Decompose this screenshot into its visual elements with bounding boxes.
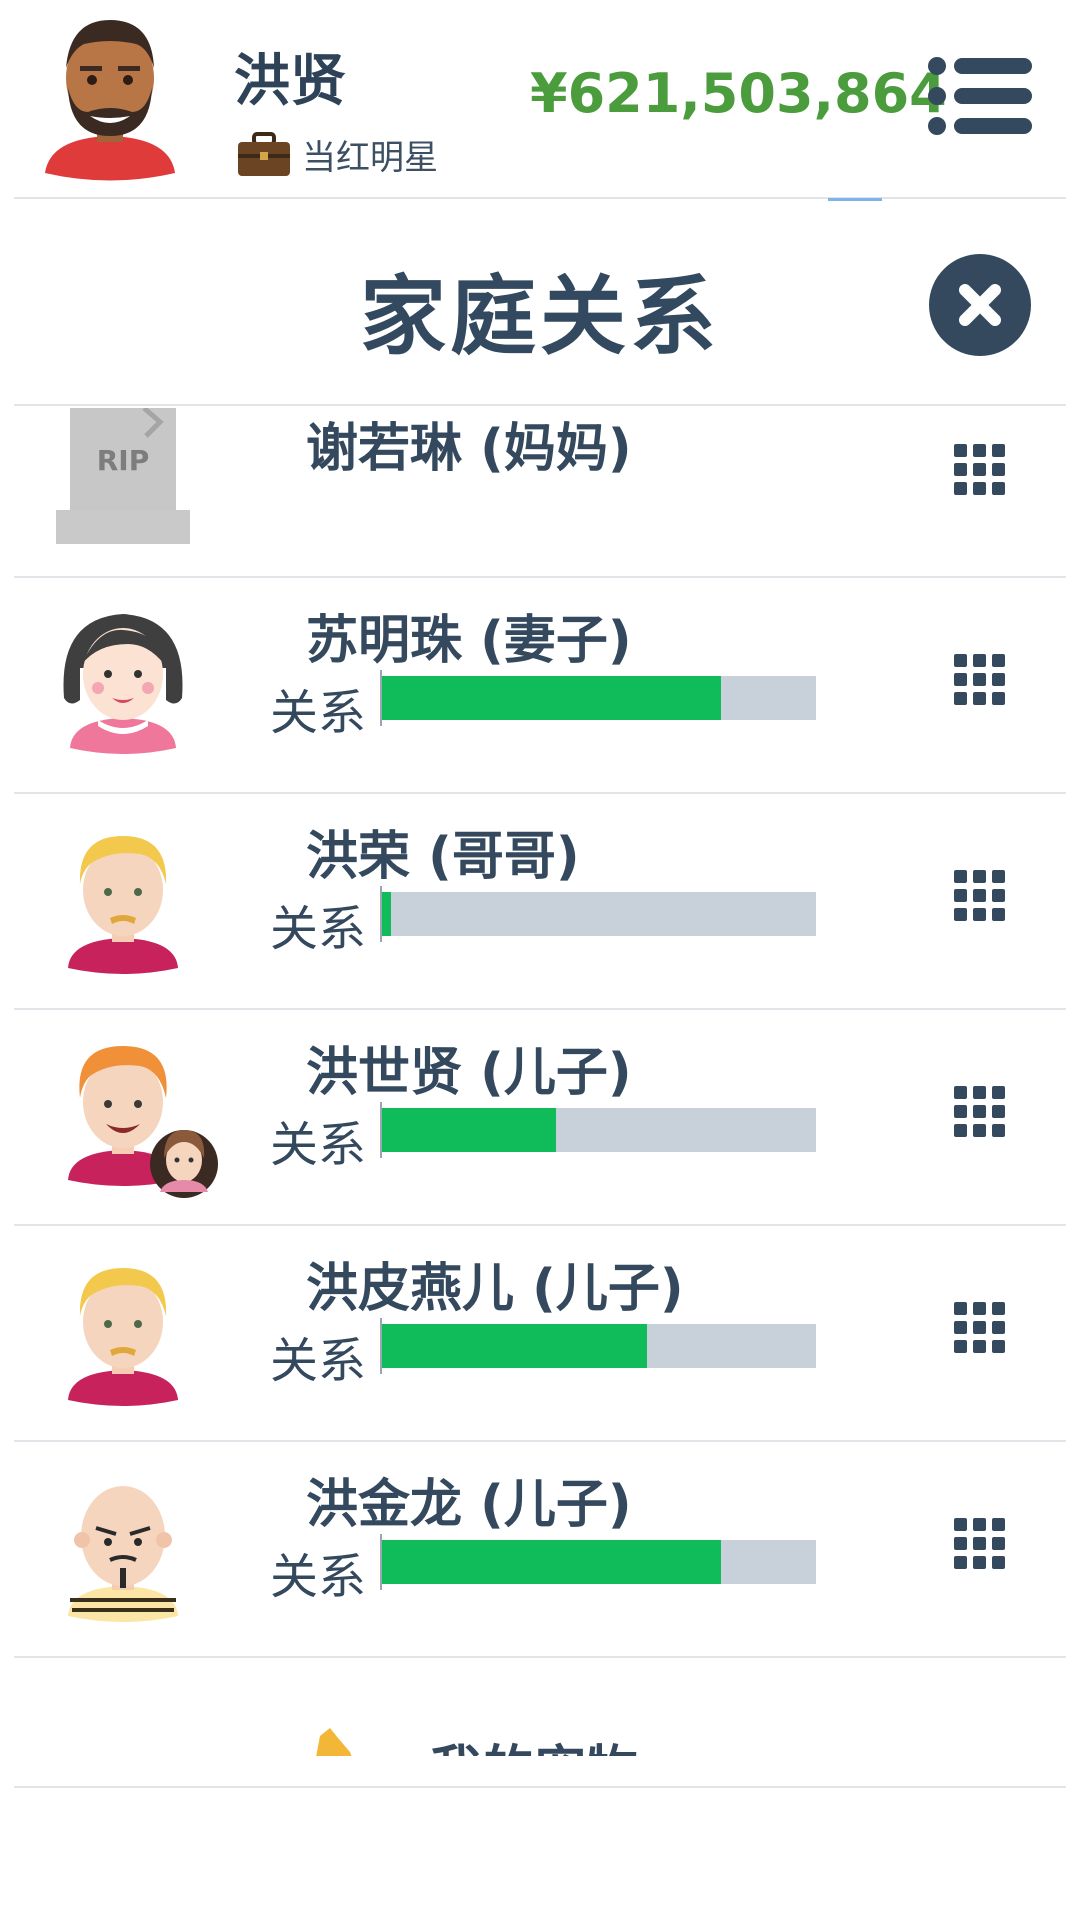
header-divider [14,197,1066,199]
player-name: 洪贤 [234,49,346,114]
pets-item[interactable]: 我的宠物 [0,1666,1080,1786]
relationship-bar-fill [382,1540,721,1584]
list-item[interactable]: 洪皮燕儿 (儿子) 关系 [0,1226,1080,1442]
relationship-bar [380,886,816,942]
relative-name: 洪金龙 (儿子) [306,1475,632,1535]
relationship-label: 关系 [270,901,367,957]
relative-name: 谢若琳 (妈妈) [306,419,632,479]
grid-dots-icon[interactable] [952,868,1008,924]
relationship-bar-fill [382,892,391,936]
relationship-bar-fill [382,676,721,720]
relationship-bar [380,1318,816,1374]
close-icon [959,284,1001,326]
brother-avatar [68,836,178,974]
menu-list-icon[interactable] [928,56,1032,136]
grid-dots-icon[interactable] [952,1084,1008,1140]
relationship-bar-fill [382,1324,647,1368]
relationship-label: 关系 [270,1333,367,1389]
job-info: 当红明星 [236,130,438,179]
relationship-bar [380,1534,816,1590]
row-divider [14,1656,1066,1658]
relative-name: 洪荣 (哥哥) [306,827,580,887]
bald-son-avatar [68,1486,178,1622]
grid-dots-icon[interactable] [952,1300,1008,1356]
bottom-divider [14,1786,1066,1788]
tombstone-text: RIP [97,444,150,477]
money-balance: ¥621,503,864 [530,62,947,125]
son-with-partner-avatar [68,1046,218,1198]
wife-avatar [63,614,183,754]
tombstone-icon: RIP [56,408,190,544]
grid-dots-icon[interactable] [952,652,1008,708]
list-item[interactable]: 洪金龙 (儿子) 关系 [0,1442,1080,1658]
relationship-label: 关系 [270,1549,367,1605]
list-item[interactable]: 洪世贤 (儿子) 关系 [0,1010,1080,1226]
relationship-bar-fill [382,1108,556,1152]
relative-name: 洪皮燕儿 (儿子) [306,1259,684,1319]
pets-item-clip: 我的宠物 [0,1666,1080,1756]
relationship-bar [380,670,816,726]
son-avatar [68,1268,178,1406]
page-title: 家庭关系 [360,267,720,367]
job-title: 当红明星 [302,138,438,178]
grid-dots-icon[interactable] [952,442,1008,498]
tab-indicator [828,198,882,201]
pet-icon [316,1728,352,1756]
player-avatar[interactable] [40,8,180,183]
top-header: 洪贤 当红明星 ¥621,503,864 [0,0,1080,199]
relationship-label: 关系 [270,685,367,741]
close-button[interactable] [929,254,1031,356]
grid-dots-icon[interactable] [952,1516,1008,1572]
relationship-label: 关系 [270,1117,367,1173]
list-item[interactable]: 洪荣 (哥哥) 关系 [0,794,1080,1010]
briefcase-icon [238,131,290,176]
relationship-bar [380,1102,816,1158]
relative-name: 洪世贤 (儿子) [306,1043,632,1103]
pets-label: 我的宠物 [430,1728,638,1756]
list-item[interactable]: 苏明珠 (妻子) 关系 [0,578,1080,794]
relative-name: 苏明珠 (妻子) [306,611,632,671]
